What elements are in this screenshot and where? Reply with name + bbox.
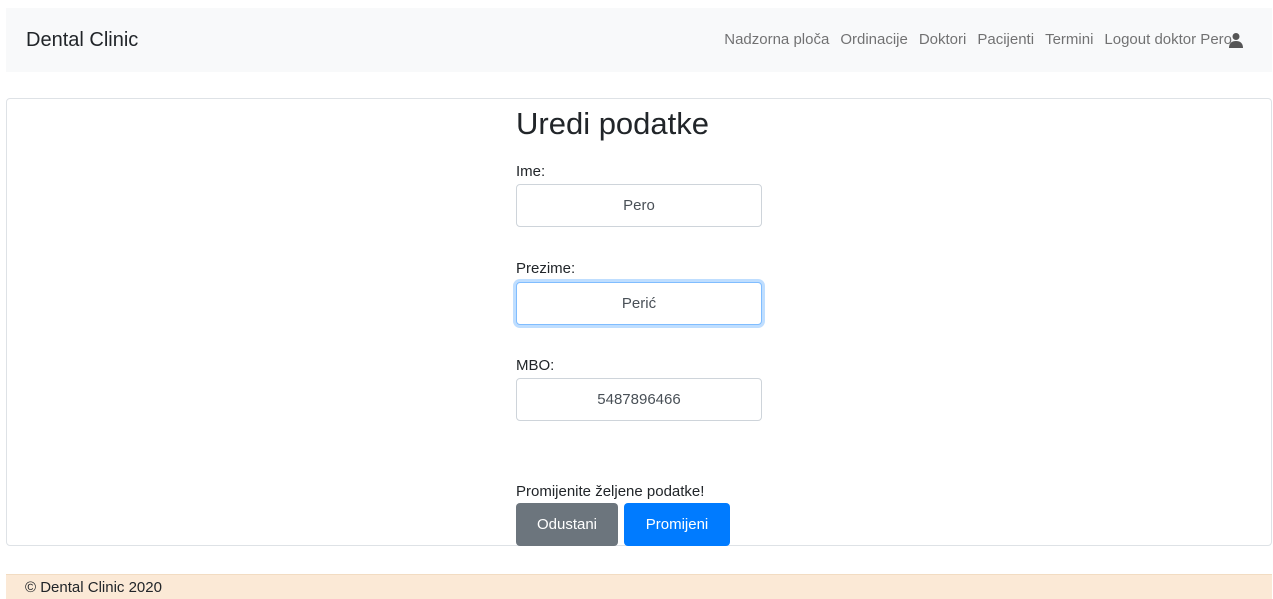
nav-item-nadzorna-ploca[interactable]: Nadzorna ploča (724, 31, 829, 48)
mbo-input[interactable] (516, 378, 762, 421)
edit-form-card: Uredi podatke Ime: Prezime: MBO: Promije… (6, 98, 1272, 546)
nav-item-doktori[interactable]: Doktori (919, 31, 967, 48)
nav-item-logout[interactable]: Logout doktor Pero (1104, 31, 1232, 48)
footer-copyright: © Dental Clinic 2020 (25, 579, 162, 596)
nav-item-ordinacije[interactable]: Ordinacije (840, 31, 908, 48)
prezime-input[interactable] (516, 282, 762, 325)
nav-item-termini[interactable]: Termini (1045, 31, 1093, 48)
page-title: Uredi podatke (516, 106, 710, 141)
user-icon[interactable] (1228, 32, 1244, 48)
navbar: Dental Clinic Nadzorna ploča Ordinacije … (6, 8, 1272, 72)
submit-button[interactable]: Promijeni (624, 503, 730, 546)
brand-link[interactable]: Dental Clinic (26, 29, 138, 52)
nav-item-pacijenti[interactable]: Pacijenti (977, 31, 1034, 48)
form-hint: Promijenite željene podatke! (516, 483, 705, 500)
ime-input[interactable] (516, 184, 762, 227)
footer: © Dental Clinic 2020 (6, 574, 1272, 599)
nav-links: Nadzorna ploča Ordinacije Doktori Pacije… (724, 31, 1232, 48)
mbo-label: MBO: (516, 357, 555, 374)
prezime-label: Prezime: (516, 260, 576, 277)
ime-label: Ime: (516, 163, 546, 180)
cancel-button[interactable]: Odustani (516, 503, 618, 546)
